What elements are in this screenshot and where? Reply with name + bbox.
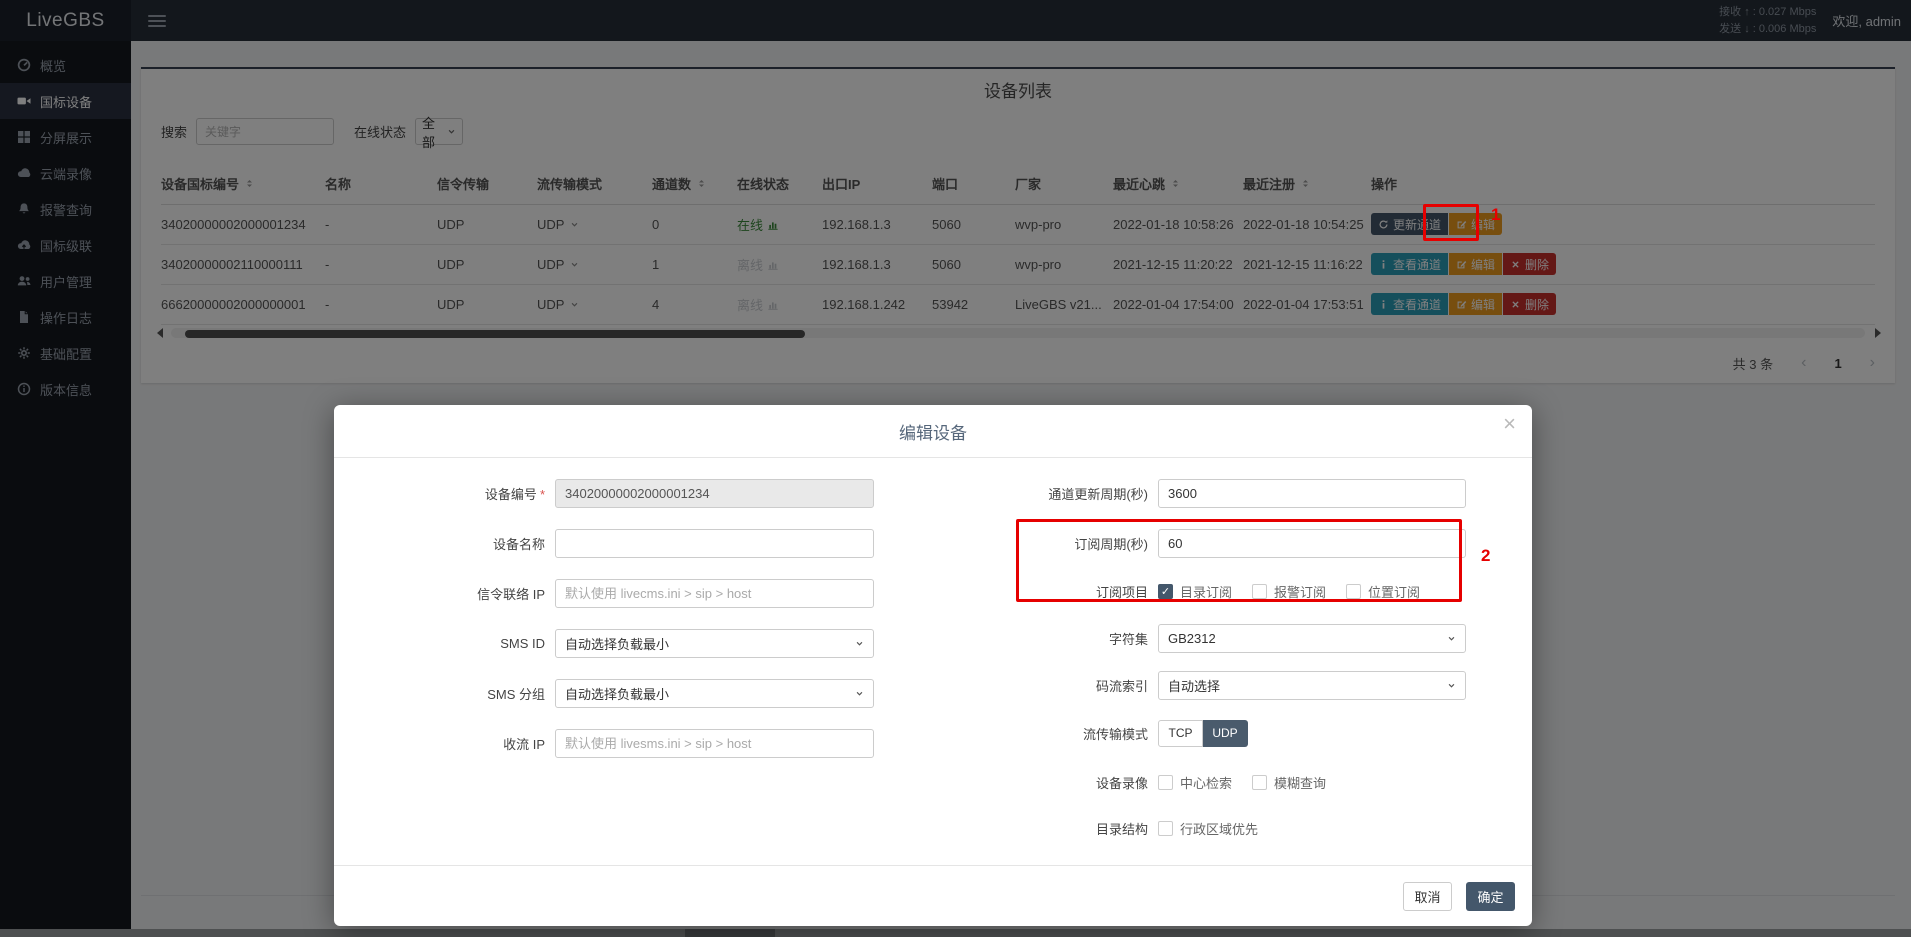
field-label-text: 流传输模式 xyxy=(1083,727,1148,742)
device-name-label: 设备名称 xyxy=(344,534,555,553)
stream-transport-mode-toggle: TCPUDP xyxy=(1158,720,1248,747)
sms-id-select[interactable]: 自动选择负载最小 xyxy=(555,629,874,658)
annotation-box-2 xyxy=(1016,519,1462,602)
field-label-text: SMS 分组 xyxy=(487,687,545,702)
sms-id-label: SMS ID xyxy=(344,636,555,651)
field-label-text: 设备编号 xyxy=(485,487,537,502)
device-record-group: 中心检索 模糊查询 xyxy=(1158,773,1326,792)
stream-transport-mode-option-udp[interactable]: UDP xyxy=(1203,720,1248,747)
stream-index-select[interactable]: 自动选择 xyxy=(1158,671,1466,700)
form-row-stream-transport-mode: 流传输模式 TCPUDP xyxy=(884,708,1484,758)
modal-left-column: 设备编号* 设备名称信令联络 IP SMS ID 自动选择负载最小 SMS 分组 自动选择… xyxy=(344,468,884,850)
stream-index-value: 自动选择 xyxy=(1168,676,1220,695)
modal-title: 编辑设备 xyxy=(899,419,967,444)
device-record-label: 设备录像 xyxy=(884,773,1158,792)
form-row-sms-group: SMS 分组 自动选择负载最小 xyxy=(344,668,884,718)
form-row-directory-structure: 目录结构 行政区域优先 xyxy=(884,806,1484,850)
checkbox-unchecked[interactable] xyxy=(1252,775,1267,790)
close-icon[interactable]: × xyxy=(1503,413,1516,435)
annotation-number-2: 2 xyxy=(1481,546,1490,566)
confirm-button[interactable]: 确定 xyxy=(1466,882,1515,911)
field-label-text: 设备录像 xyxy=(1096,776,1148,791)
form-row-device-name: 设备名称 xyxy=(344,518,884,568)
field-label-text: 字符集 xyxy=(1109,632,1148,647)
field-label-text: 通道更新周期(秒) xyxy=(1048,487,1148,502)
charset-label: 字符集 xyxy=(884,629,1158,648)
sms-group-select[interactable]: 自动选择负载最小 xyxy=(555,679,874,708)
field-label-text: 目录结构 xyxy=(1096,822,1148,837)
checkbox-unchecked[interactable] xyxy=(1158,775,1173,790)
form-row-device-record: 设备录像 中心检索 模糊查询 xyxy=(884,758,1484,806)
cancel-button[interactable]: 取消 xyxy=(1403,882,1452,911)
field-label-text: 码流索引 xyxy=(1096,679,1148,694)
annotation-number-1: 1 xyxy=(1491,205,1500,225)
form-row-stream-index: 码流索引 自动选择 xyxy=(884,662,1484,708)
annotation-box-1 xyxy=(1423,204,1479,241)
channel-update-period-input[interactable] xyxy=(1158,479,1466,508)
field-label-text: 信令联络 IP xyxy=(477,587,545,602)
directory-structure-option[interactable]: 行政区域优先 xyxy=(1158,819,1258,838)
checkbox-unchecked[interactable] xyxy=(1158,821,1173,836)
field-label-text: 设备名称 xyxy=(493,537,545,552)
sms-group-label: SMS 分组 xyxy=(344,684,555,703)
channel-update-period-label: 通道更新周期(秒) xyxy=(884,484,1158,503)
recv-stream-ip-input[interactable] xyxy=(555,729,874,758)
chevron-down-icon xyxy=(1447,681,1456,690)
checkbox-label: 中心检索 xyxy=(1180,773,1232,792)
form-row-charset: 字符集 GB2312 xyxy=(884,614,1484,662)
recv-stream-ip-label: 收流 IP xyxy=(344,734,555,753)
form-row-signal-contact-ip: 信令联络 IP xyxy=(344,568,884,618)
checkbox-label: 模糊查询 xyxy=(1274,773,1326,792)
form-row-sms-id: SMS ID 自动选择负载最小 xyxy=(344,618,884,668)
field-label-text: SMS ID xyxy=(500,636,545,651)
device-id-input xyxy=(555,479,874,508)
chevron-down-icon xyxy=(855,639,864,648)
device-name-input[interactable] xyxy=(555,529,874,558)
stream-transport-mode-label: 流传输模式 xyxy=(884,724,1158,743)
form-row-device-id: 设备编号* xyxy=(344,468,884,518)
form-row-recv-stream-ip: 收流 IP xyxy=(344,718,884,768)
chevron-down-icon xyxy=(1447,634,1456,643)
signal-contact-ip-input[interactable] xyxy=(555,579,874,608)
device-record-option[interactable]: 中心检索 xyxy=(1158,773,1232,792)
chevron-down-icon xyxy=(855,689,864,698)
modal-header: 编辑设备 × xyxy=(334,405,1532,458)
sms-group-value: 自动选择负载最小 xyxy=(565,684,669,703)
directory-structure-label: 目录结构 xyxy=(884,819,1158,838)
form-row-channel-update-period: 通道更新周期(秒) xyxy=(884,468,1484,518)
signal-contact-ip-label: 信令联络 IP xyxy=(344,584,555,603)
device-id-label: 设备编号* xyxy=(344,484,555,503)
required-asterisk: * xyxy=(540,487,545,502)
modal-body: 设备编号* 设备名称信令联络 IP SMS ID 自动选择负载最小 SMS 分组 自动选择… xyxy=(334,458,1532,850)
charset-value: GB2312 xyxy=(1168,631,1216,646)
field-label-text: 收流 IP xyxy=(503,737,545,752)
edit-device-modal: 编辑设备 × 设备编号*设备名称信令联络 IPSMS ID自动选择负载最小SMS… xyxy=(334,405,1532,926)
checkbox-label: 行政区域优先 xyxy=(1180,819,1258,838)
charset-select[interactable]: GB2312 xyxy=(1158,624,1466,653)
device-record-option[interactable]: 模糊查询 xyxy=(1252,773,1326,792)
stream-transport-mode-option-tcp[interactable]: TCP xyxy=(1158,720,1203,747)
stream-index-label: 码流索引 xyxy=(884,676,1158,695)
directory-structure-group: 行政区域优先 xyxy=(1158,819,1258,838)
sms-id-value: 自动选择负载最小 xyxy=(565,634,669,653)
modal-footer: 取消 确定 xyxy=(334,865,1532,926)
